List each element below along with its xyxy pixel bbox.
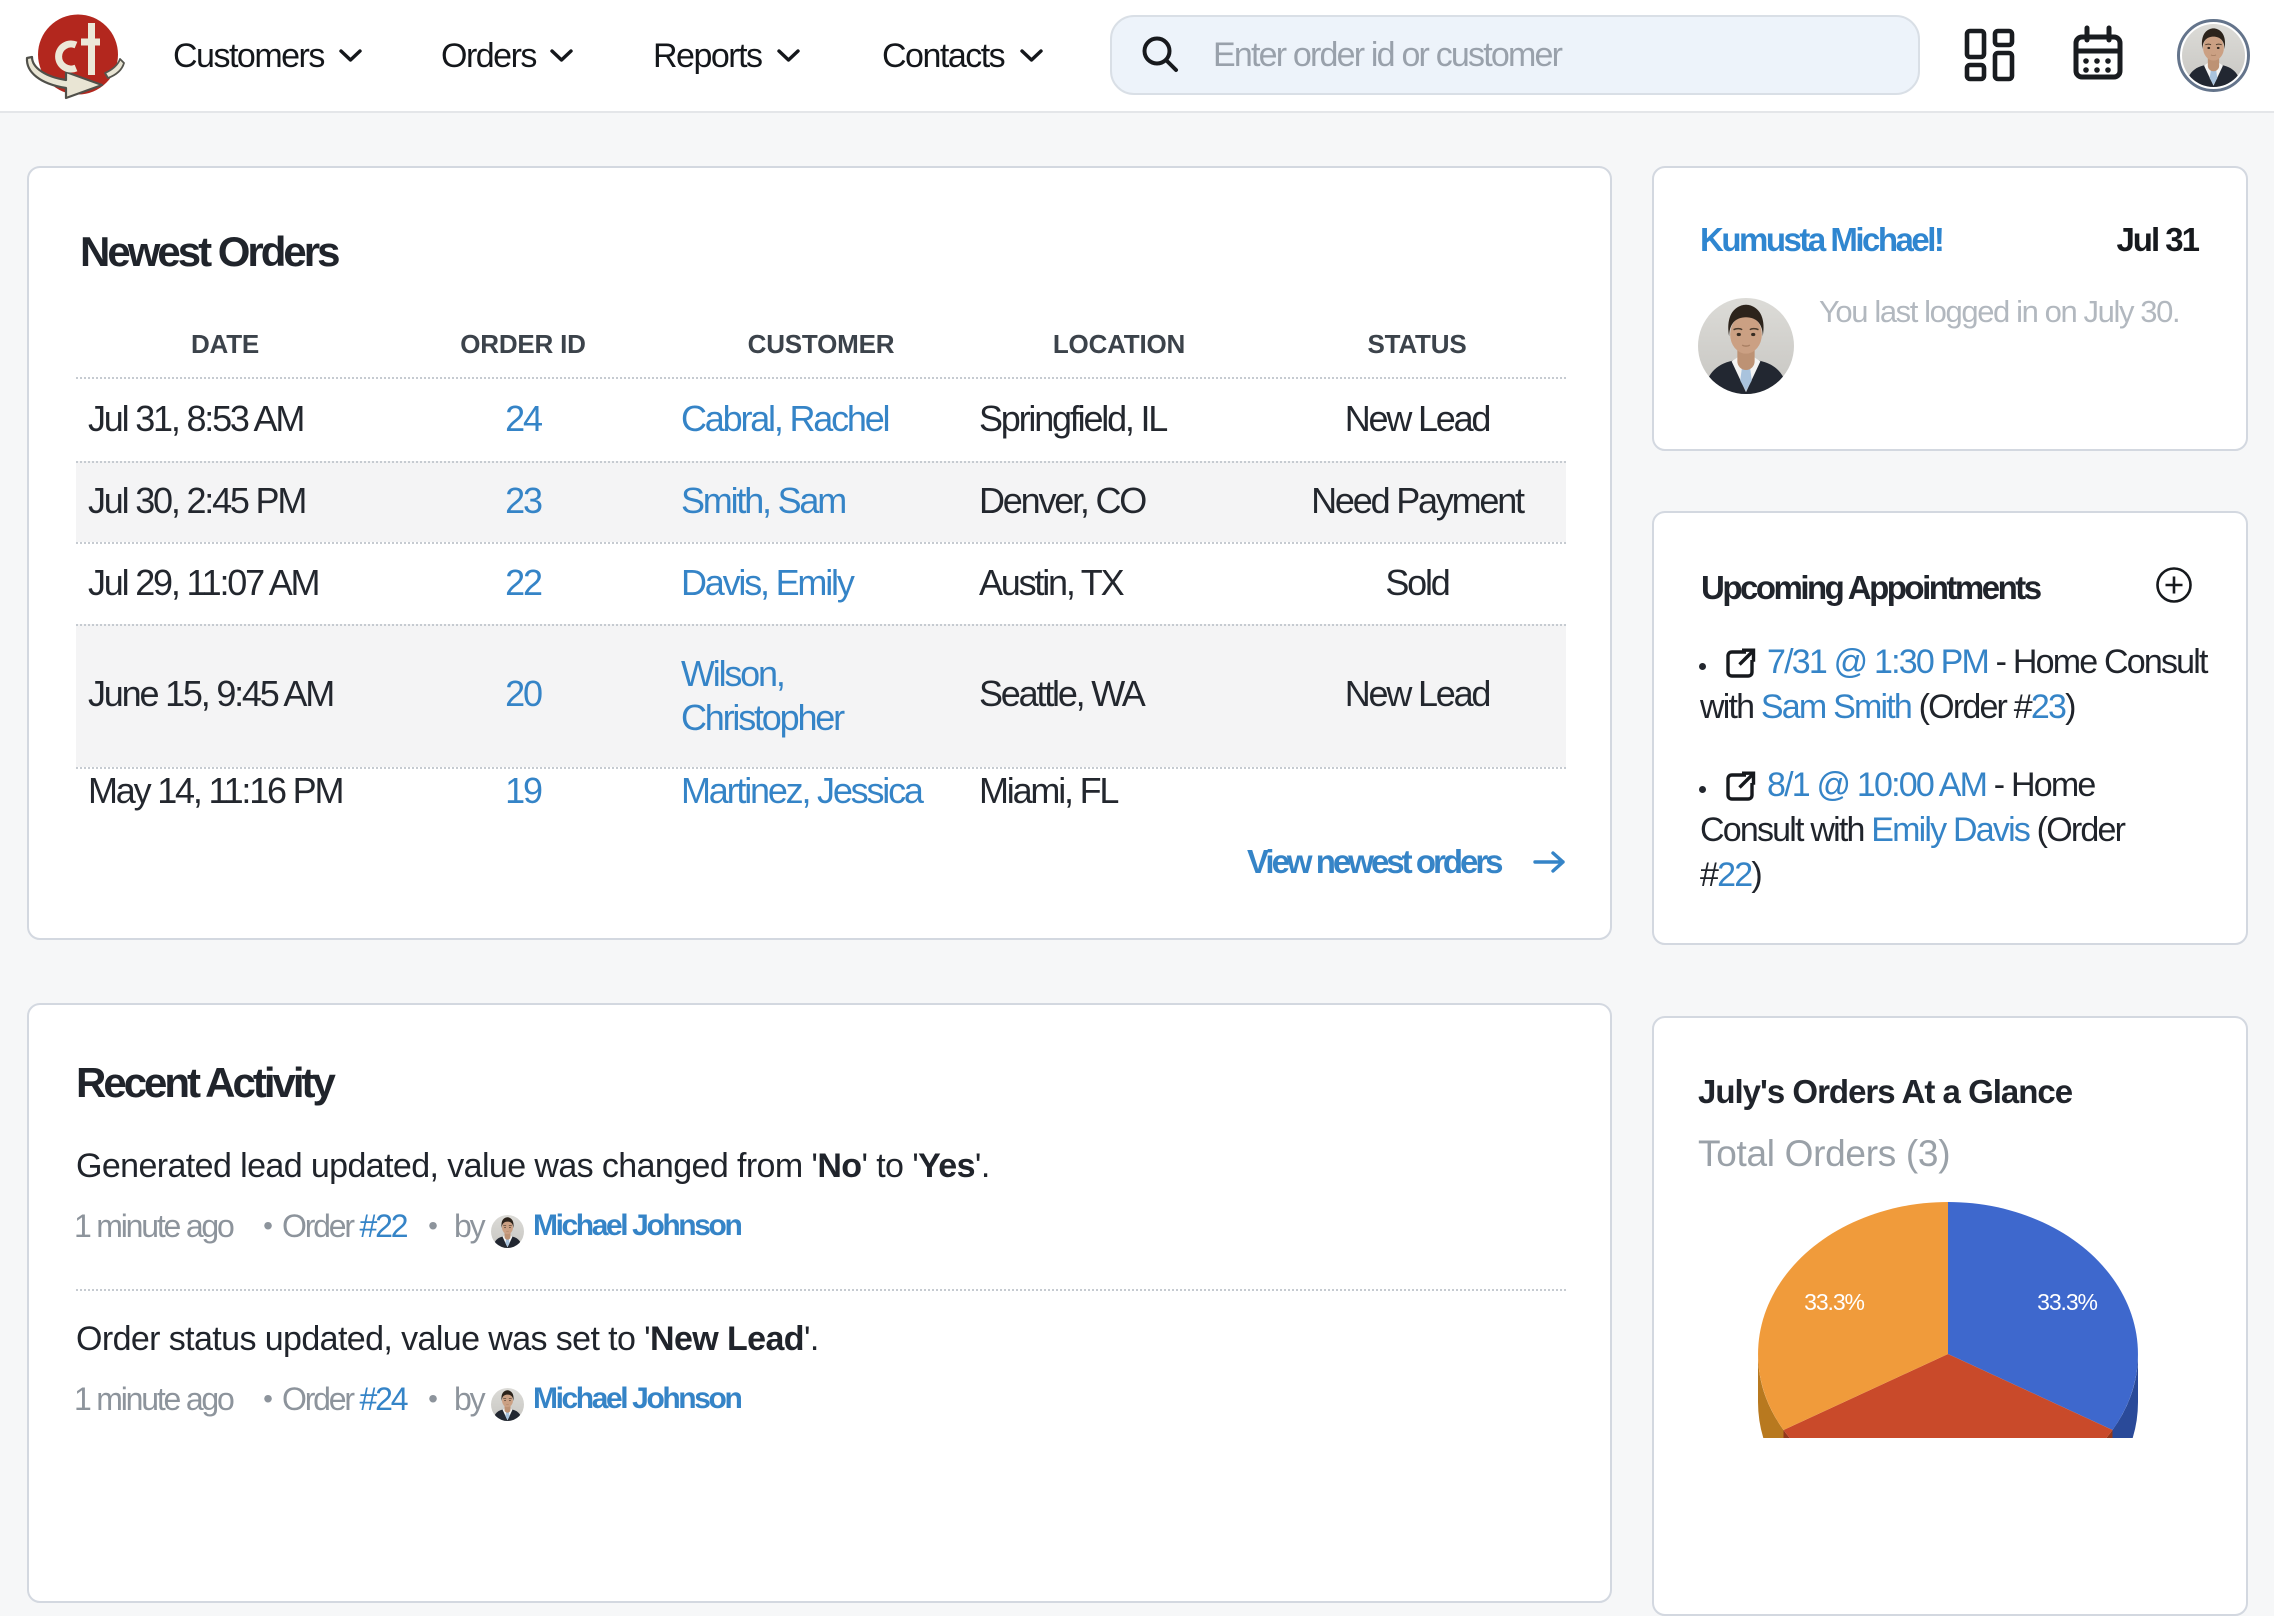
svg-text:33.3%: 33.3% bbox=[1804, 1289, 1864, 1315]
svg-text:33.3%: 33.3% bbox=[2037, 1289, 2097, 1315]
